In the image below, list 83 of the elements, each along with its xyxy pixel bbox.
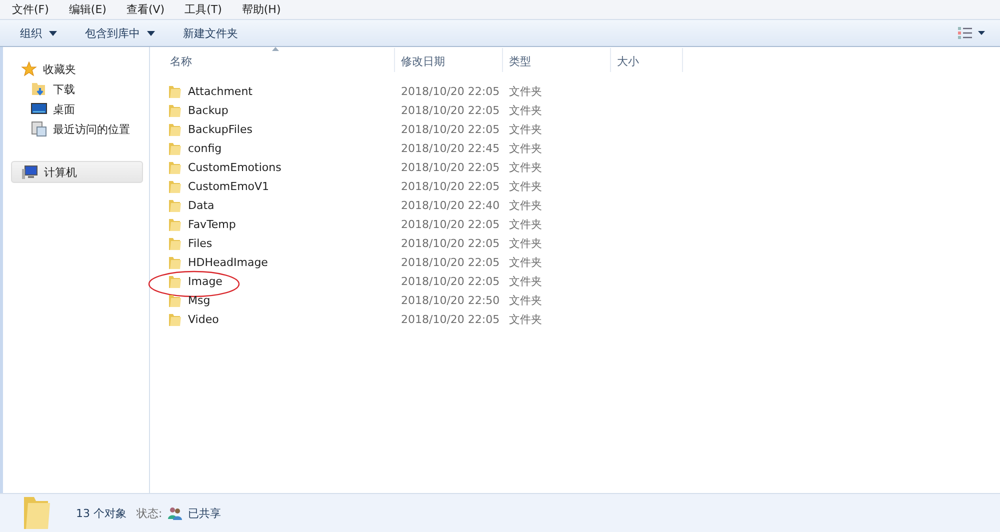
folder-icon <box>168 104 182 118</box>
file-name[interactable]: Data <box>188 199 214 212</box>
file-name[interactable]: Video <box>188 313 219 326</box>
caret-icon <box>147 30 155 36</box>
date-cell-text: 2018/10/20 22:05 <box>400 313 501 326</box>
folder-icon <box>168 84 182 98</box>
share-status: 已共享 <box>188 506 222 520</box>
menu-item[interactable]: 帮助(H) <box>242 2 281 17</box>
folder-icon <box>168 198 182 212</box>
column-header[interactable]: 大小 <box>611 48 683 72</box>
sort-arrow-icon <box>272 47 279 51</box>
folder-icon <box>168 312 182 326</box>
type-cell-text: 文件夹 <box>508 274 543 289</box>
type-cell-text: 文件夹 <box>508 141 543 156</box>
type-cell-text: 文件夹 <box>508 122 543 137</box>
file-name[interactable]: Image <box>188 275 222 288</box>
date-cell-text: 2018/10/20 22:05 <box>400 275 501 288</box>
date-cell-text: 2018/10/20 22:05 <box>400 161 501 174</box>
date-cell-text: 2018/10/20 22:50 <box>400 294 501 307</box>
folder-icon <box>168 256 182 270</box>
column-header[interactable]: 修改日期 <box>395 48 503 72</box>
type-cell-text: 文件夹 <box>508 293 543 308</box>
desktop-icon <box>31 101 47 117</box>
folder-icon <box>22 495 52 531</box>
folder-icon <box>168 160 182 174</box>
recent-places-icon <box>31 121 47 137</box>
menu-item[interactable]: 编辑(E) <box>68 2 106 17</box>
users-icon <box>168 506 182 520</box>
date-cell-text: 2018/10/20 22:05 <box>400 123 501 136</box>
column-header[interactable]: 类型 <box>503 48 611 72</box>
download-folder-icon <box>31 81 47 97</box>
date-cell-text: 2018/10/20 22:45 <box>400 142 501 155</box>
nav-item[interactable]: 最近访问的位置 <box>11 119 143 139</box>
date-cell-text: 2018/10/20 22:05 <box>400 256 501 269</box>
folder-icon <box>168 236 182 250</box>
view-options-icon[interactable] <box>958 27 986 39</box>
menu-item[interactable]: 文件(F) <box>12 2 49 17</box>
type-cell-text: 文件夹 <box>508 217 543 232</box>
file-name[interactable]: HDHeadImage <box>188 256 268 269</box>
toolbar-button[interactable]: 组织 <box>10 22 67 44</box>
date-cell-text: 2018/10/20 22:05 <box>400 218 501 231</box>
type-cell-text: 文件夹 <box>508 103 543 118</box>
date-cell-text: 2018/10/20 22:05 <box>400 180 501 193</box>
folder-icon <box>168 218 182 232</box>
nav-item[interactable]: 收藏夹 <box>11 59 143 79</box>
item-count: 13 个对象 <box>76 506 126 520</box>
type-cell-text: 文件夹 <box>508 179 543 194</box>
folder-icon <box>168 274 182 288</box>
type-cell-text: 文件夹 <box>508 160 543 175</box>
nav-item[interactable]: 桌面 <box>11 99 143 119</box>
date-cell-text: 2018/10/20 22:05 <box>400 104 501 117</box>
file-name[interactable]: BackupFiles <box>188 123 252 136</box>
toolbar-button[interactable]: 包含到库中 <box>75 22 165 44</box>
type-cell-text: 文件夹 <box>508 236 543 251</box>
column-header[interactable]: 名称 <box>164 48 395 72</box>
type-cell-text: 文件夹 <box>508 255 543 270</box>
menu-item[interactable]: 工具(T) <box>184 2 222 17</box>
computer-icon <box>22 164 38 180</box>
status-label: 状态: <box>136 506 162 520</box>
file-name[interactable]: Backup <box>188 104 228 117</box>
nav-item[interactable]: 下载 <box>11 79 143 99</box>
file-name[interactable]: CustomEmoV1 <box>188 180 270 193</box>
date-cell-text: 2018/10/20 22:05 <box>400 237 501 250</box>
file-name[interactable]: Attachment <box>188 85 252 98</box>
type-cell-text: 文件夹 <box>508 84 543 99</box>
folder-icon <box>168 294 182 308</box>
date-cell-text: 2018/10/20 22:05 <box>400 85 501 98</box>
caret-icon <box>49 30 57 36</box>
file-name[interactable]: Files <box>188 237 212 250</box>
file-name[interactable]: CustomEmotions <box>188 161 282 174</box>
file-name[interactable]: Msg <box>188 294 210 307</box>
date-cell-text: 2018/10/20 22:40 <box>400 199 501 212</box>
folder-icon <box>168 180 182 194</box>
file-name[interactable]: config <box>188 142 222 155</box>
file-name[interactable]: FavTemp <box>188 218 236 231</box>
star-icon <box>21 61 37 77</box>
nav-item[interactable]: 计算机 <box>11 161 143 183</box>
type-cell-text: 文件夹 <box>508 198 543 213</box>
folder-icon <box>168 142 182 156</box>
menu-item[interactable]: 查看(V) <box>126 2 165 17</box>
type-cell-text: 文件夹 <box>508 312 543 327</box>
folder-icon <box>168 122 182 136</box>
toolbar-button[interactable]: 新建文件夹 <box>173 22 248 44</box>
